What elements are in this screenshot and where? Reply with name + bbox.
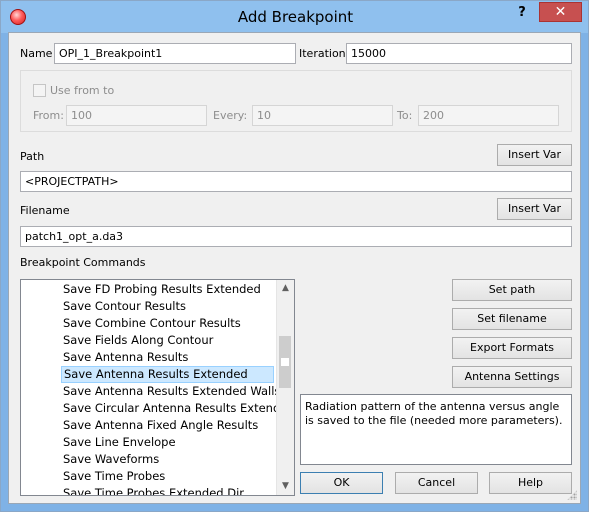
list-item-selected[interactable]: Save Antenna Results Extended (61, 366, 274, 383)
from-input[interactable]: 100 (66, 105, 207, 126)
antenna-settings-button[interactable]: Antenna Settings (452, 366, 572, 388)
add-breakpoint-dialog: Add Breakpoint ? ✕ Name OPI_1_Breakpoint… (0, 0, 589, 512)
iteration-input[interactable]: 15000 (346, 43, 572, 64)
close-button[interactable]: ✕ (539, 2, 582, 22)
every-input[interactable]: 10 (252, 105, 393, 126)
scroll-thumb-grip-icon (281, 358, 289, 366)
scroll-thumb[interactable] (279, 336, 291, 388)
insert-var-filename-button[interactable]: Insert Var (497, 198, 572, 220)
cancel-button[interactable]: Cancel (395, 472, 478, 494)
command-description: Radiation pattern of the antenna versus … (300, 394, 572, 465)
every-label: Every: (213, 109, 248, 122)
filename-label: Filename (20, 204, 70, 217)
list-item[interactable]: Save Combine Contour Results (61, 315, 243, 332)
path-label: Path (20, 150, 45, 163)
iteration-label: Iteration (299, 47, 346, 60)
name-label: Name (20, 47, 53, 60)
path-input[interactable]: <PROJECTPATH> (20, 171, 572, 192)
ok-button[interactable]: OK (300, 472, 383, 494)
from-label: From: (33, 109, 64, 122)
scroll-down-arrow-icon[interactable]: ▼ (277, 478, 294, 495)
dialog-title: Add Breakpoint (237, 8, 354, 26)
dialog-body: Name OPI_1_Breakpoint1 Iteration 15000 U… (8, 32, 581, 504)
list-item[interactable]: Save Fields Along Contour (61, 332, 215, 349)
to-input[interactable]: 200 (418, 105, 559, 126)
title-bar[interactable]: Add Breakpoint ? ✕ (1, 1, 588, 33)
list-item[interactable]: Save Antenna Results (61, 349, 190, 366)
list-item[interactable]: Save Contour Results (61, 298, 188, 315)
help-button[interactable]: Help (489, 472, 572, 494)
list-item[interactable]: Save Time Probes Extended Dir (61, 485, 246, 495)
use-from-to-checkbox[interactable] (33, 84, 46, 97)
commands-list[interactable]: Save FD Probing Results Extended Save Co… (20, 279, 295, 496)
list-item[interactable]: Save Circular Antenna Results Extend... (61, 400, 293, 417)
to-label: To: (397, 109, 413, 122)
set-filename-button[interactable]: Set filename (452, 308, 572, 330)
filename-input[interactable]: patch1_opt_a.da3 (20, 226, 572, 247)
name-input[interactable]: OPI_1_Breakpoint1 (54, 43, 296, 64)
commands-scrollbar[interactable]: ▲ ▼ (276, 280, 294, 495)
export-formats-button[interactable]: Export Formats (452, 337, 572, 359)
list-item[interactable]: Save Antenna Results Extended Walls (61, 383, 282, 400)
scroll-up-arrow-icon[interactable]: ▲ (277, 280, 294, 297)
list-item[interactable]: Save Line Envelope (61, 434, 178, 451)
insert-var-path-button[interactable]: Insert Var (497, 144, 572, 166)
use-from-to-label: Use from to (50, 84, 115, 97)
list-item[interactable]: Save FD Probing Results Extended (61, 281, 263, 298)
commands-label: Breakpoint Commands (20, 256, 146, 269)
list-item[interactable]: Save Time Probes (61, 468, 167, 485)
set-path-button[interactable]: Set path (452, 279, 572, 301)
list-item[interactable]: Save Antenna Fixed Angle Results (61, 417, 260, 434)
list-item[interactable]: Save Waveforms (61, 451, 161, 468)
help-icon[interactable]: ? (511, 4, 533, 22)
